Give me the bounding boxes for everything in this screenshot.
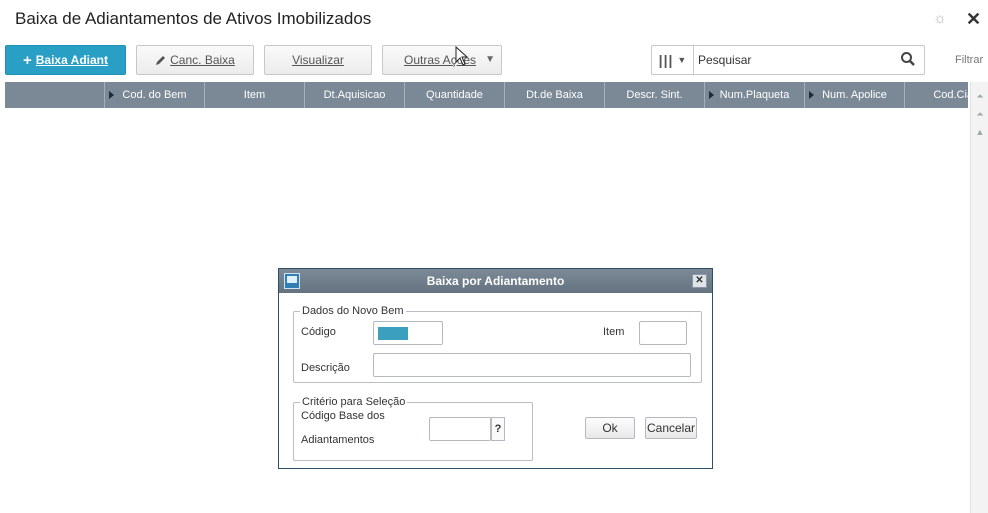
lookup-help-button[interactable]: ? (491, 417, 505, 441)
grid-column-label: Item (243, 89, 266, 101)
item-label: Item (603, 326, 625, 338)
grid-column-label: Cod.Cia.Seg (933, 89, 968, 101)
codigo-base-input[interactable] (429, 417, 491, 441)
page-title: Baixa de Adiantamentos de Ativos Imobili… (15, 9, 372, 28)
dialog-title-bar: Baixa por Adiantamento ✕ (279, 269, 712, 293)
codigo-label: Código (301, 326, 336, 338)
visualizar-button[interactable]: Visualizar (264, 45, 372, 75)
filter-link[interactable]: Filtrar (955, 54, 983, 66)
columns-icon: ||| (658, 52, 674, 68)
ok-button[interactable]: Ok (585, 417, 635, 439)
plus-icon: + (22, 51, 32, 69)
mouse-cursor-icon (455, 46, 469, 66)
close-icon[interactable]: ✕ (966, 9, 981, 30)
search-box[interactable]: ||| ▼ Pesquisar (651, 45, 925, 75)
baixa-adiant-label: Baixa Adiant (35, 53, 108, 67)
codigo-input[interactable] (373, 321, 443, 345)
grid-column-header[interactable]: Cod.Cia.Seg (905, 82, 968, 108)
scroll-page-up-icon[interactable]: ⏶ (974, 108, 986, 120)
codigo-value-highlight (378, 327, 408, 340)
codigo-base-label: Código Base dos (301, 410, 385, 422)
baixa-adiantamento-dialog: Baixa por Adiantamento ✕ Dados do Novo B… (278, 268, 713, 469)
columns-selector[interactable]: ||| ▼ (652, 46, 694, 74)
descricao-input[interactable] (373, 353, 691, 377)
grid-column-label: Quantidade (426, 89, 483, 101)
grid-column-label: Dt.Aquisicao (323, 89, 386, 101)
cancelar-button[interactable]: Cancelar (645, 417, 697, 439)
grid-column-header[interactable]: Quantidade (405, 82, 505, 108)
grid-column-label: Descr. Sint. (626, 89, 683, 101)
expand-arrow-icon[interactable] (109, 91, 114, 99)
pencil-icon (156, 55, 166, 65)
grid-header: Cod. do Bem Item Dt.Aquisicao Quantidade Dt.… (5, 82, 968, 108)
grid-column-label: Num. Apolice (822, 89, 887, 101)
adiantamentos-label: Adiantamentos (301, 434, 375, 446)
scroll-top-icon[interactable]: ⏶ (974, 90, 986, 102)
baixa-adiant-button[interactable]: + Baixa Adiant (5, 45, 126, 75)
novo-bem-legend: Dados do Novo Bem (302, 305, 404, 317)
grid-column-header[interactable]: Descr. Sint. (605, 82, 705, 108)
criterio-legend: Critério para Seleção (302, 396, 406, 408)
visualizar-label: Visualizar (292, 53, 344, 67)
grid-column-header[interactable]: Dt.Aquisicao (305, 82, 405, 108)
grid-column-label: Dt.de Baixa (526, 89, 583, 101)
chevron-down-icon: ▼ (485, 54, 495, 65)
window-icon (284, 273, 300, 289)
vertical-scrollbar[interactable]: ⏶ ⏶ ▲ (970, 82, 988, 513)
canc-baixa-button[interactable]: Canc. Baixa (136, 45, 254, 75)
grid-column-label: Num.Plaqueta (719, 89, 790, 101)
dialog-title: Baixa por Adiantamento (426, 274, 565, 288)
chevron-down-icon: ▼ (677, 55, 687, 65)
descricao-label: Descrição (301, 362, 350, 374)
item-input[interactable] (639, 321, 687, 345)
settings-icon[interactable]: ☼ (933, 10, 947, 27)
search-icon[interactable] (900, 51, 916, 67)
app-window: Baixa de Adiantamentos de Ativos Imobili… (0, 0, 988, 513)
grid-column-header[interactable]: Item (205, 82, 305, 108)
grid-column-header[interactable]: Cod. do Bem (105, 82, 205, 108)
outras-acoes-button[interactable]: Outras Ações ▼ (382, 45, 502, 75)
canc-baixa-label: Canc. Baixa (170, 53, 235, 67)
grid-column-header[interactable] (5, 82, 105, 108)
grid-column-label: Cod. do Bem (122, 89, 187, 101)
grid-column-header[interactable]: Num.Plaqueta (705, 82, 805, 108)
grid-column-header[interactable]: Dt.de Baixa (505, 82, 605, 108)
expand-arrow-icon[interactable] (809, 91, 814, 99)
close-icon[interactable]: ✕ (692, 274, 707, 288)
search-input[interactable]: Pesquisar (698, 53, 751, 67)
grid-column-header[interactable]: Num. Apolice (805, 82, 905, 108)
scroll-up-icon[interactable]: ▲ (974, 126, 986, 138)
expand-arrow-icon[interactable] (709, 91, 714, 99)
